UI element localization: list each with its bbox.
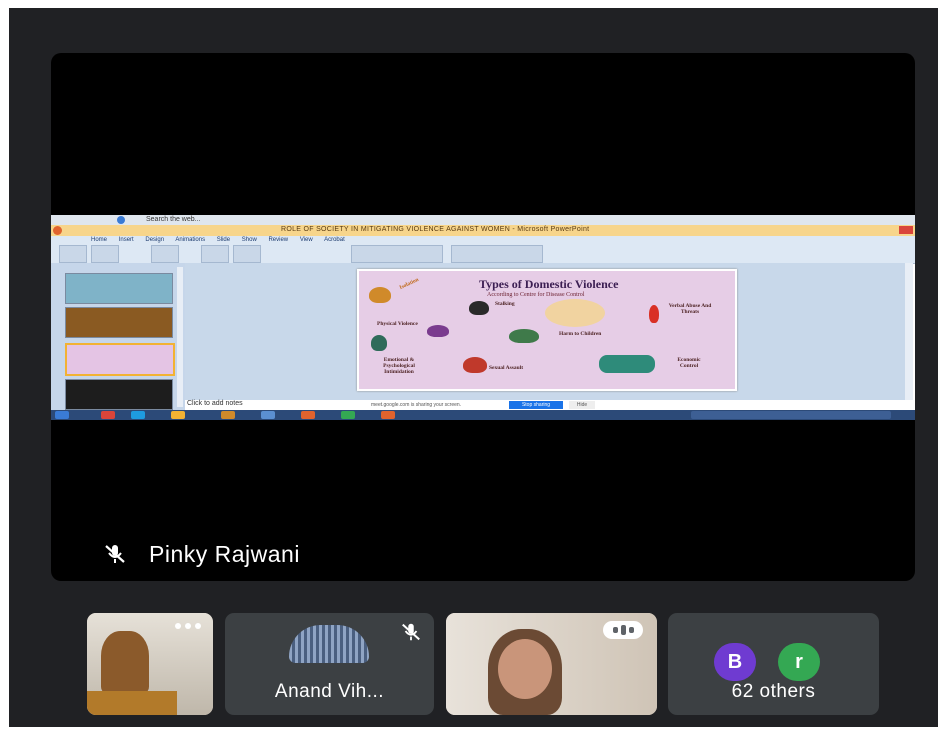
sexual-figure (463, 357, 487, 373)
taskbar-app-icon (381, 411, 395, 419)
label-verbal: Verbal Abuse And Threats (668, 303, 712, 315)
label-children: Harm to Children (559, 331, 602, 337)
ribbon-tab: Slide Show (216, 237, 257, 243)
sharing-banner: meet.google.com is sharing your screen. … (351, 400, 607, 410)
ribbon-tab: Insert (118, 237, 134, 243)
physical-figure (427, 325, 449, 337)
ribbon: Home Insert Design Animations Slide Show… (51, 236, 915, 264)
ribbon-tabs: Home Insert Design Animations Slide Show… (91, 237, 345, 243)
close-icon (899, 226, 913, 234)
speaker-name: Pinky Rajwani (149, 540, 300, 567)
avatar-initial: r (795, 651, 803, 673)
label-physical: Physical Violence (377, 321, 418, 327)
label-economic: Economic Control (677, 357, 701, 369)
participant-person (101, 631, 149, 693)
avatar-initial: B (727, 651, 743, 673)
participant-face (498, 639, 552, 699)
canvas-scrollbar (905, 263, 913, 400)
slide-thumbnail-selected (65, 343, 175, 376)
others-tile[interactable]: B r 62 others (668, 613, 879, 715)
speaker-label: Pinky Rajwani (103, 541, 300, 567)
taskbar-app-icon (131, 411, 145, 419)
ribbon-tab: Animations (175, 237, 206, 243)
taskbar-app-icon (171, 411, 185, 419)
browser-search: Search the web... (146, 216, 201, 223)
window-title: ROLE OF SOCIETY IN MITIGATING VIOLENCE A… (281, 226, 590, 233)
center-illustration (545, 299, 605, 327)
slide-canvas: Types of Domestic Violence According to … (185, 263, 913, 400)
participant-tile[interactable]: Anand Vih... (225, 613, 434, 715)
meeting-window: Search the web... ROLE OF SOCIETY IN MIT… (9, 8, 938, 727)
taskbar-app-icon (221, 411, 235, 419)
emotional-figure (371, 335, 387, 351)
label-isolation: Isolation (398, 276, 420, 292)
participant-clothing (87, 691, 177, 715)
browser-bar: Search the web... (51, 215, 915, 225)
browser-icon (117, 216, 125, 224)
taskbar-app-icon (341, 411, 355, 419)
more-options-icon[interactable] (175, 623, 201, 629)
slide-title: Types of Domestic Violence (479, 277, 619, 291)
stalking-figure (469, 301, 489, 315)
mic-off-icon (402, 623, 420, 641)
start-icon (55, 411, 69, 419)
ribbon-tab: Review (268, 237, 289, 243)
ribbon-tab: Home (91, 237, 108, 243)
slide-thumbnail (65, 273, 173, 304)
ribbon-tab: View (299, 237, 313, 243)
taskbar-app-icon (261, 411, 275, 419)
windows-taskbar (51, 410, 915, 420)
taskbar-app-icon (301, 411, 315, 419)
ribbon-group (201, 245, 229, 263)
notes-pane: Click to add notes (185, 400, 353, 410)
building-avatar (289, 625, 369, 663)
slide: Types of Domestic Violence According to … (357, 269, 737, 391)
ribbon-tab: Design (145, 237, 165, 243)
slide-subtitle: According to Centre for Disease Control (487, 292, 585, 298)
ribbon-group (233, 245, 261, 263)
label-sexual: Sexual Assault (489, 365, 524, 371)
main-video-tile[interactable]: Search the web... ROLE OF SOCIETY IN MIT… (51, 53, 915, 581)
others-count: 62 others (731, 681, 816, 702)
system-tray (691, 411, 891, 419)
label-stalking: Stalking (495, 301, 515, 307)
slide-thumbnails (51, 263, 185, 410)
label-emotional: Emotional & Psychological Intimidation (383, 357, 415, 375)
participant-name: Anand Vih... (274, 681, 385, 702)
office-button-icon (53, 226, 62, 235)
ribbon-group (91, 245, 119, 263)
avatar: r (778, 643, 820, 681)
thumbs-scrollbar (177, 267, 183, 407)
participant-tile[interactable] (446, 613, 657, 715)
slide-thumbnail (65, 307, 173, 338)
children-figure (509, 329, 539, 343)
isolation-figure (369, 287, 391, 303)
verbal-figure (649, 305, 659, 323)
ribbon-tab: Acrobat (324, 237, 345, 243)
participant-tile[interactable] (87, 613, 213, 715)
stop-sharing-button: Stop sharing (509, 401, 563, 409)
shared-screen: Search the web... ROLE OF SOCIETY IN MIT… (51, 215, 915, 420)
ribbon-group (351, 245, 443, 263)
ribbon-group (59, 245, 87, 263)
hide-button: Hide (569, 401, 595, 409)
taskbar-app-icon (101, 411, 115, 419)
mic-off-icon (105, 545, 125, 563)
slide-thumbnail (65, 379, 173, 410)
ribbon-group (451, 245, 543, 263)
avatar: B (714, 643, 756, 681)
powerpoint-title-bar: ROLE OF SOCIETY IN MITIGATING VIOLENCE A… (51, 225, 915, 236)
sharing-banner-text: meet.google.com is sharing your screen. (371, 402, 462, 408)
money-bags-icon (599, 355, 655, 373)
ribbon-group (151, 245, 179, 263)
speaking-indicator-icon (603, 621, 643, 639)
